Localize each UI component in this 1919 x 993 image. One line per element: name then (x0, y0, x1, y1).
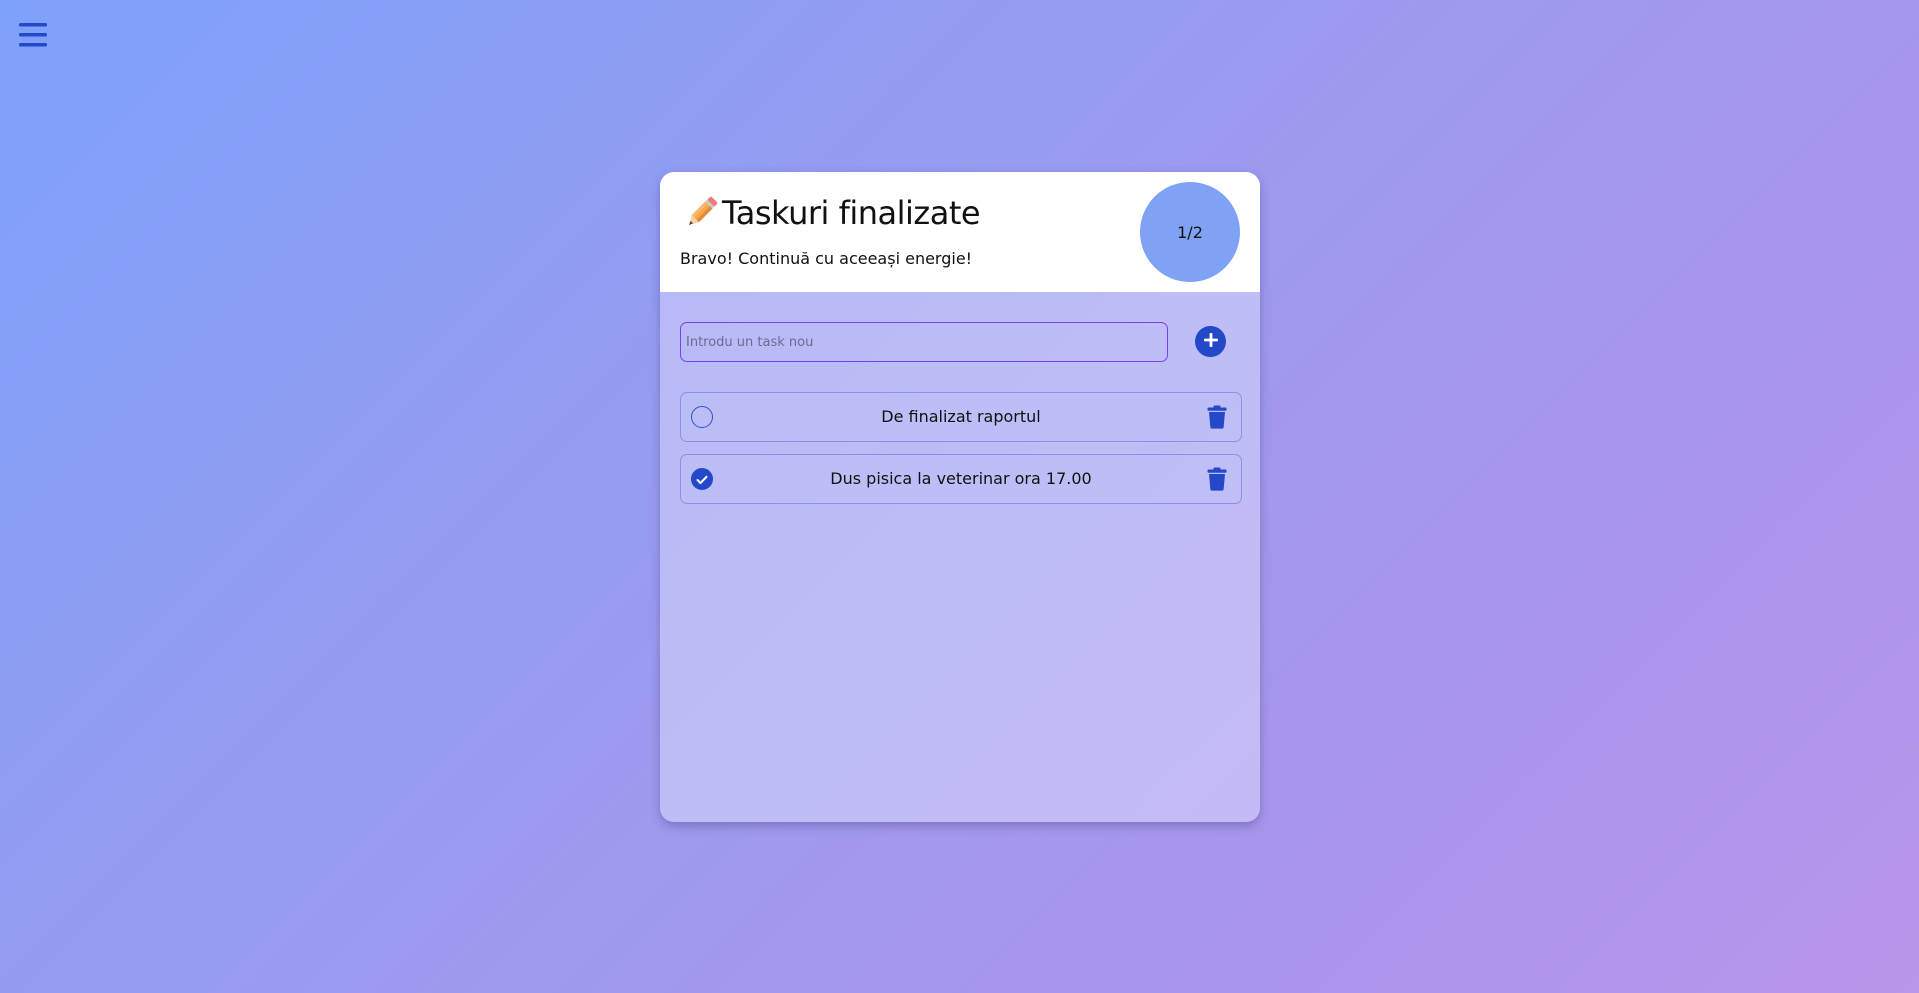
new-task-input[interactable] (680, 322, 1168, 362)
task-text: De finalizat raportul (881, 407, 1041, 426)
task-item: Dus pisica la veterinar ora 17.00 (680, 454, 1242, 504)
pencil-icon (684, 196, 718, 230)
card-header: Taskuri finalizate Bravo! Continuă cu ac… (660, 172, 1260, 292)
task-card: Taskuri finalizate Bravo! Continuă cu ac… (660, 172, 1260, 822)
trash-icon (1207, 405, 1227, 429)
progress-counter: 1/2 (1140, 182, 1240, 282)
title-row: Taskuri finalizate (684, 194, 981, 232)
add-task-row (680, 322, 1240, 362)
task-checkbox[interactable] (691, 406, 713, 428)
task-text: Dus pisica la veterinar ora 17.00 (830, 469, 1092, 488)
trash-icon (1207, 467, 1227, 491)
menu-button[interactable] (19, 22, 47, 48)
task-list: De finalizat raportul Dus pisica la vete… (680, 392, 1242, 516)
task-checkbox-checked[interactable] (691, 468, 713, 490)
add-task-button[interactable] (1195, 326, 1226, 357)
page-title: Taskuri finalizate (722, 194, 981, 232)
hamburger-menu-icon (19, 22, 47, 48)
check-icon (696, 470, 708, 489)
task-item: De finalizat raportul (680, 392, 1242, 442)
encouragement-text: Bravo! Continuă cu aceeași energie! (680, 249, 973, 268)
plus-icon (1203, 333, 1218, 350)
delete-task-button[interactable] (1207, 467, 1227, 491)
progress-text: 1/2 (1177, 222, 1203, 242)
delete-task-button[interactable] (1207, 405, 1227, 429)
